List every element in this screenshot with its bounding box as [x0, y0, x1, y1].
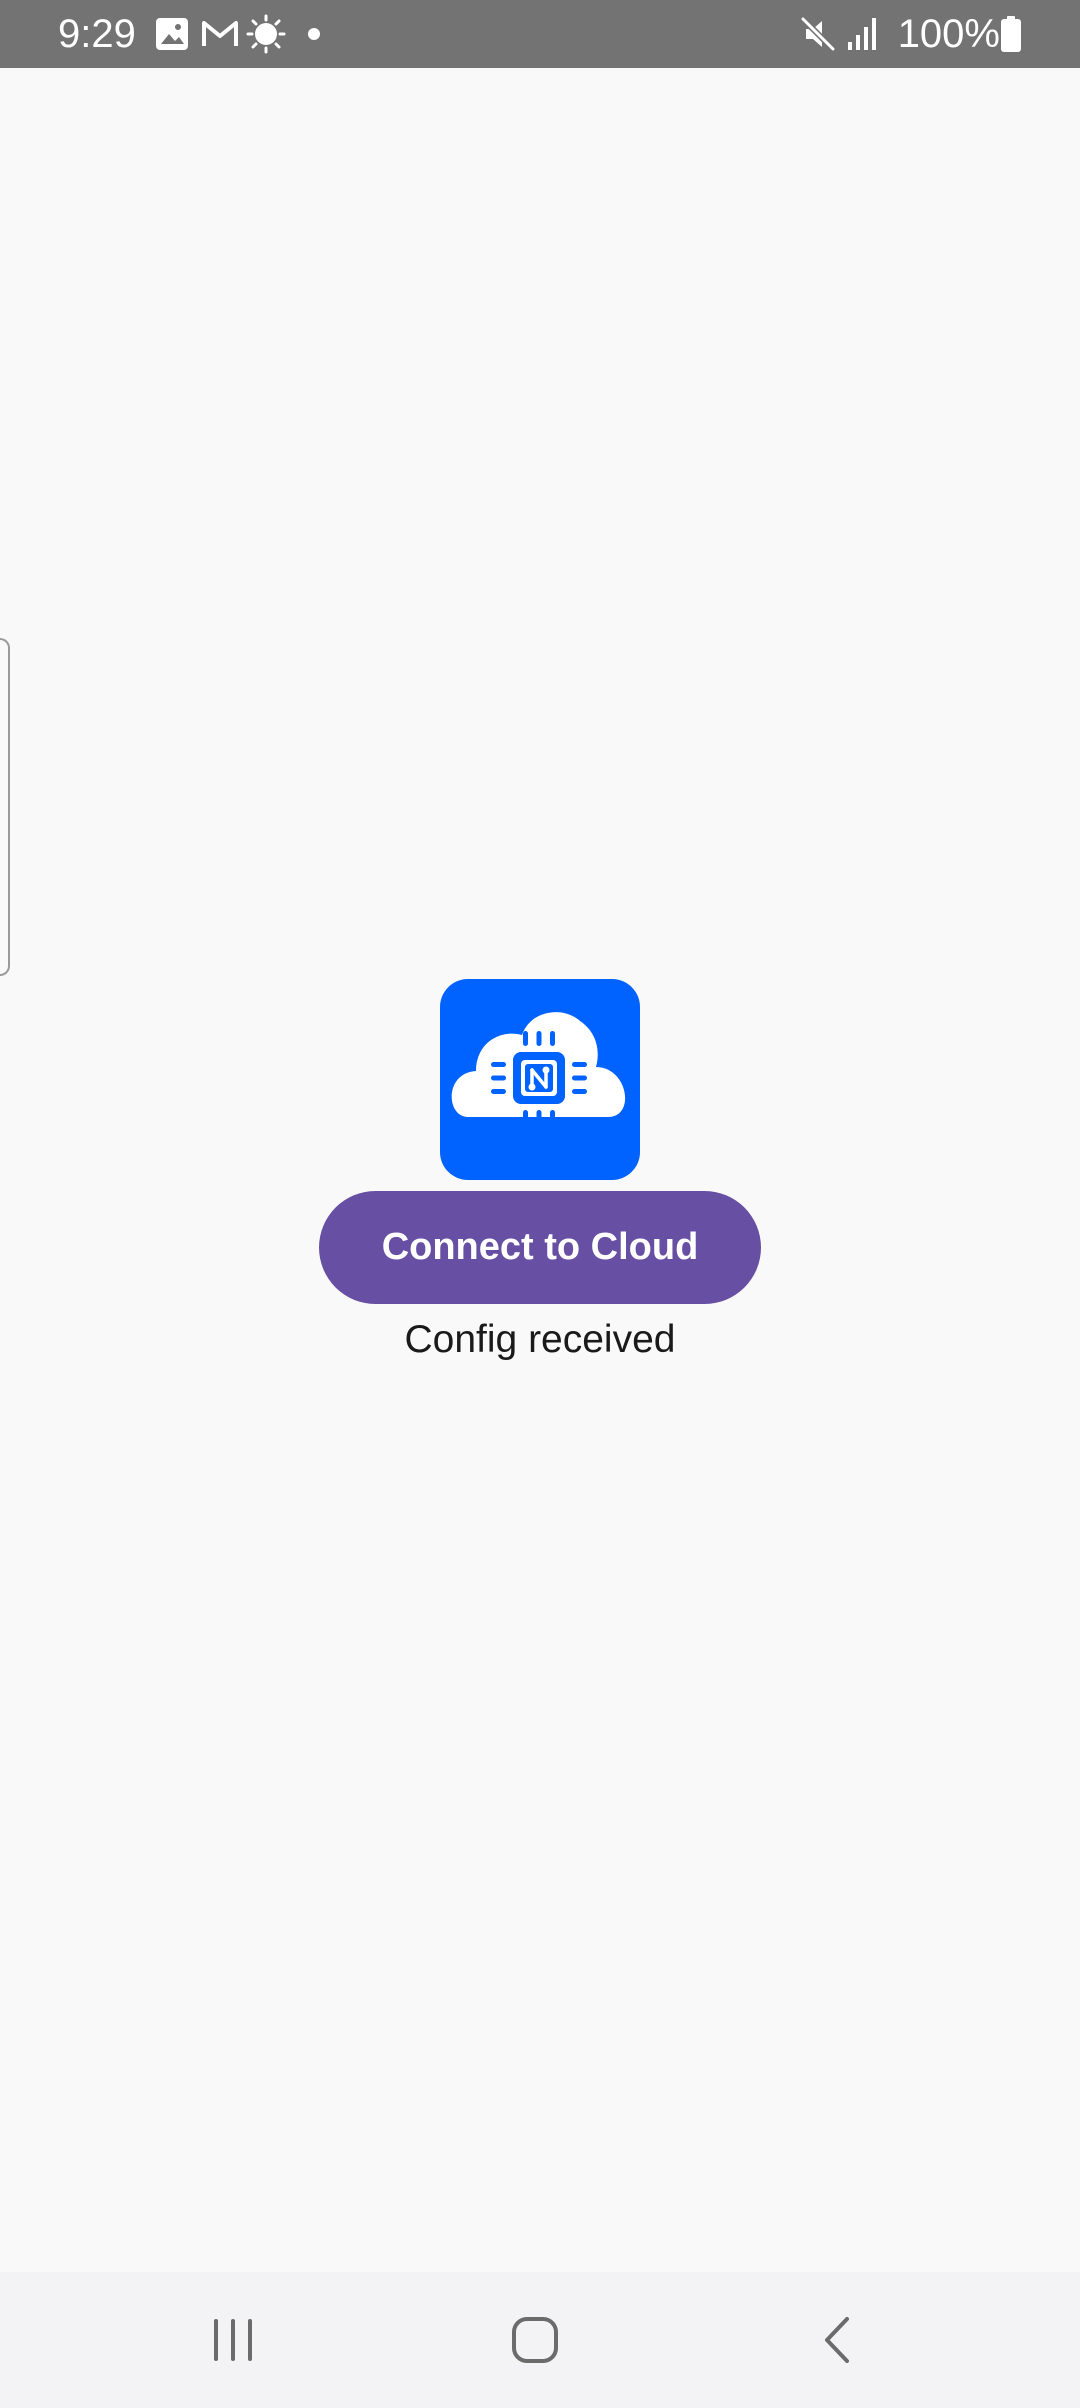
status-bar: 9:29 100%	[0, 0, 1080, 68]
battery-icon	[1000, 14, 1022, 54]
status-message: Config received	[404, 1318, 676, 1361]
cloud-chip-logo-icon	[440, 979, 640, 1180]
weather-icon	[246, 14, 286, 54]
gmail-icon	[200, 14, 240, 54]
mute-icon	[798, 14, 838, 54]
notification-dot-icon	[306, 14, 322, 54]
home-button[interactable]	[435, 2272, 635, 2408]
gallery-icon	[154, 14, 190, 54]
edge-panel-handle[interactable]	[0, 638, 10, 976]
status-time: 9:29	[58, 12, 136, 56]
recent-apps-button[interactable]	[133, 2272, 333, 2408]
connect-to-cloud-button[interactable]: Connect to Cloud	[319, 1191, 761, 1304]
battery-percentage: 100%	[897, 12, 1000, 56]
back-icon	[825, 2317, 849, 2363]
app-screen: 9:29 100% Connect to Cloud Config receiv…	[0, 0, 1080, 2408]
signal-icon	[846, 14, 880, 54]
navigation-bar	[0, 2272, 1080, 2408]
back-button[interactable]	[737, 2272, 937, 2408]
recent-apps-icon	[214, 2319, 252, 2361]
home-icon	[512, 2317, 558, 2363]
